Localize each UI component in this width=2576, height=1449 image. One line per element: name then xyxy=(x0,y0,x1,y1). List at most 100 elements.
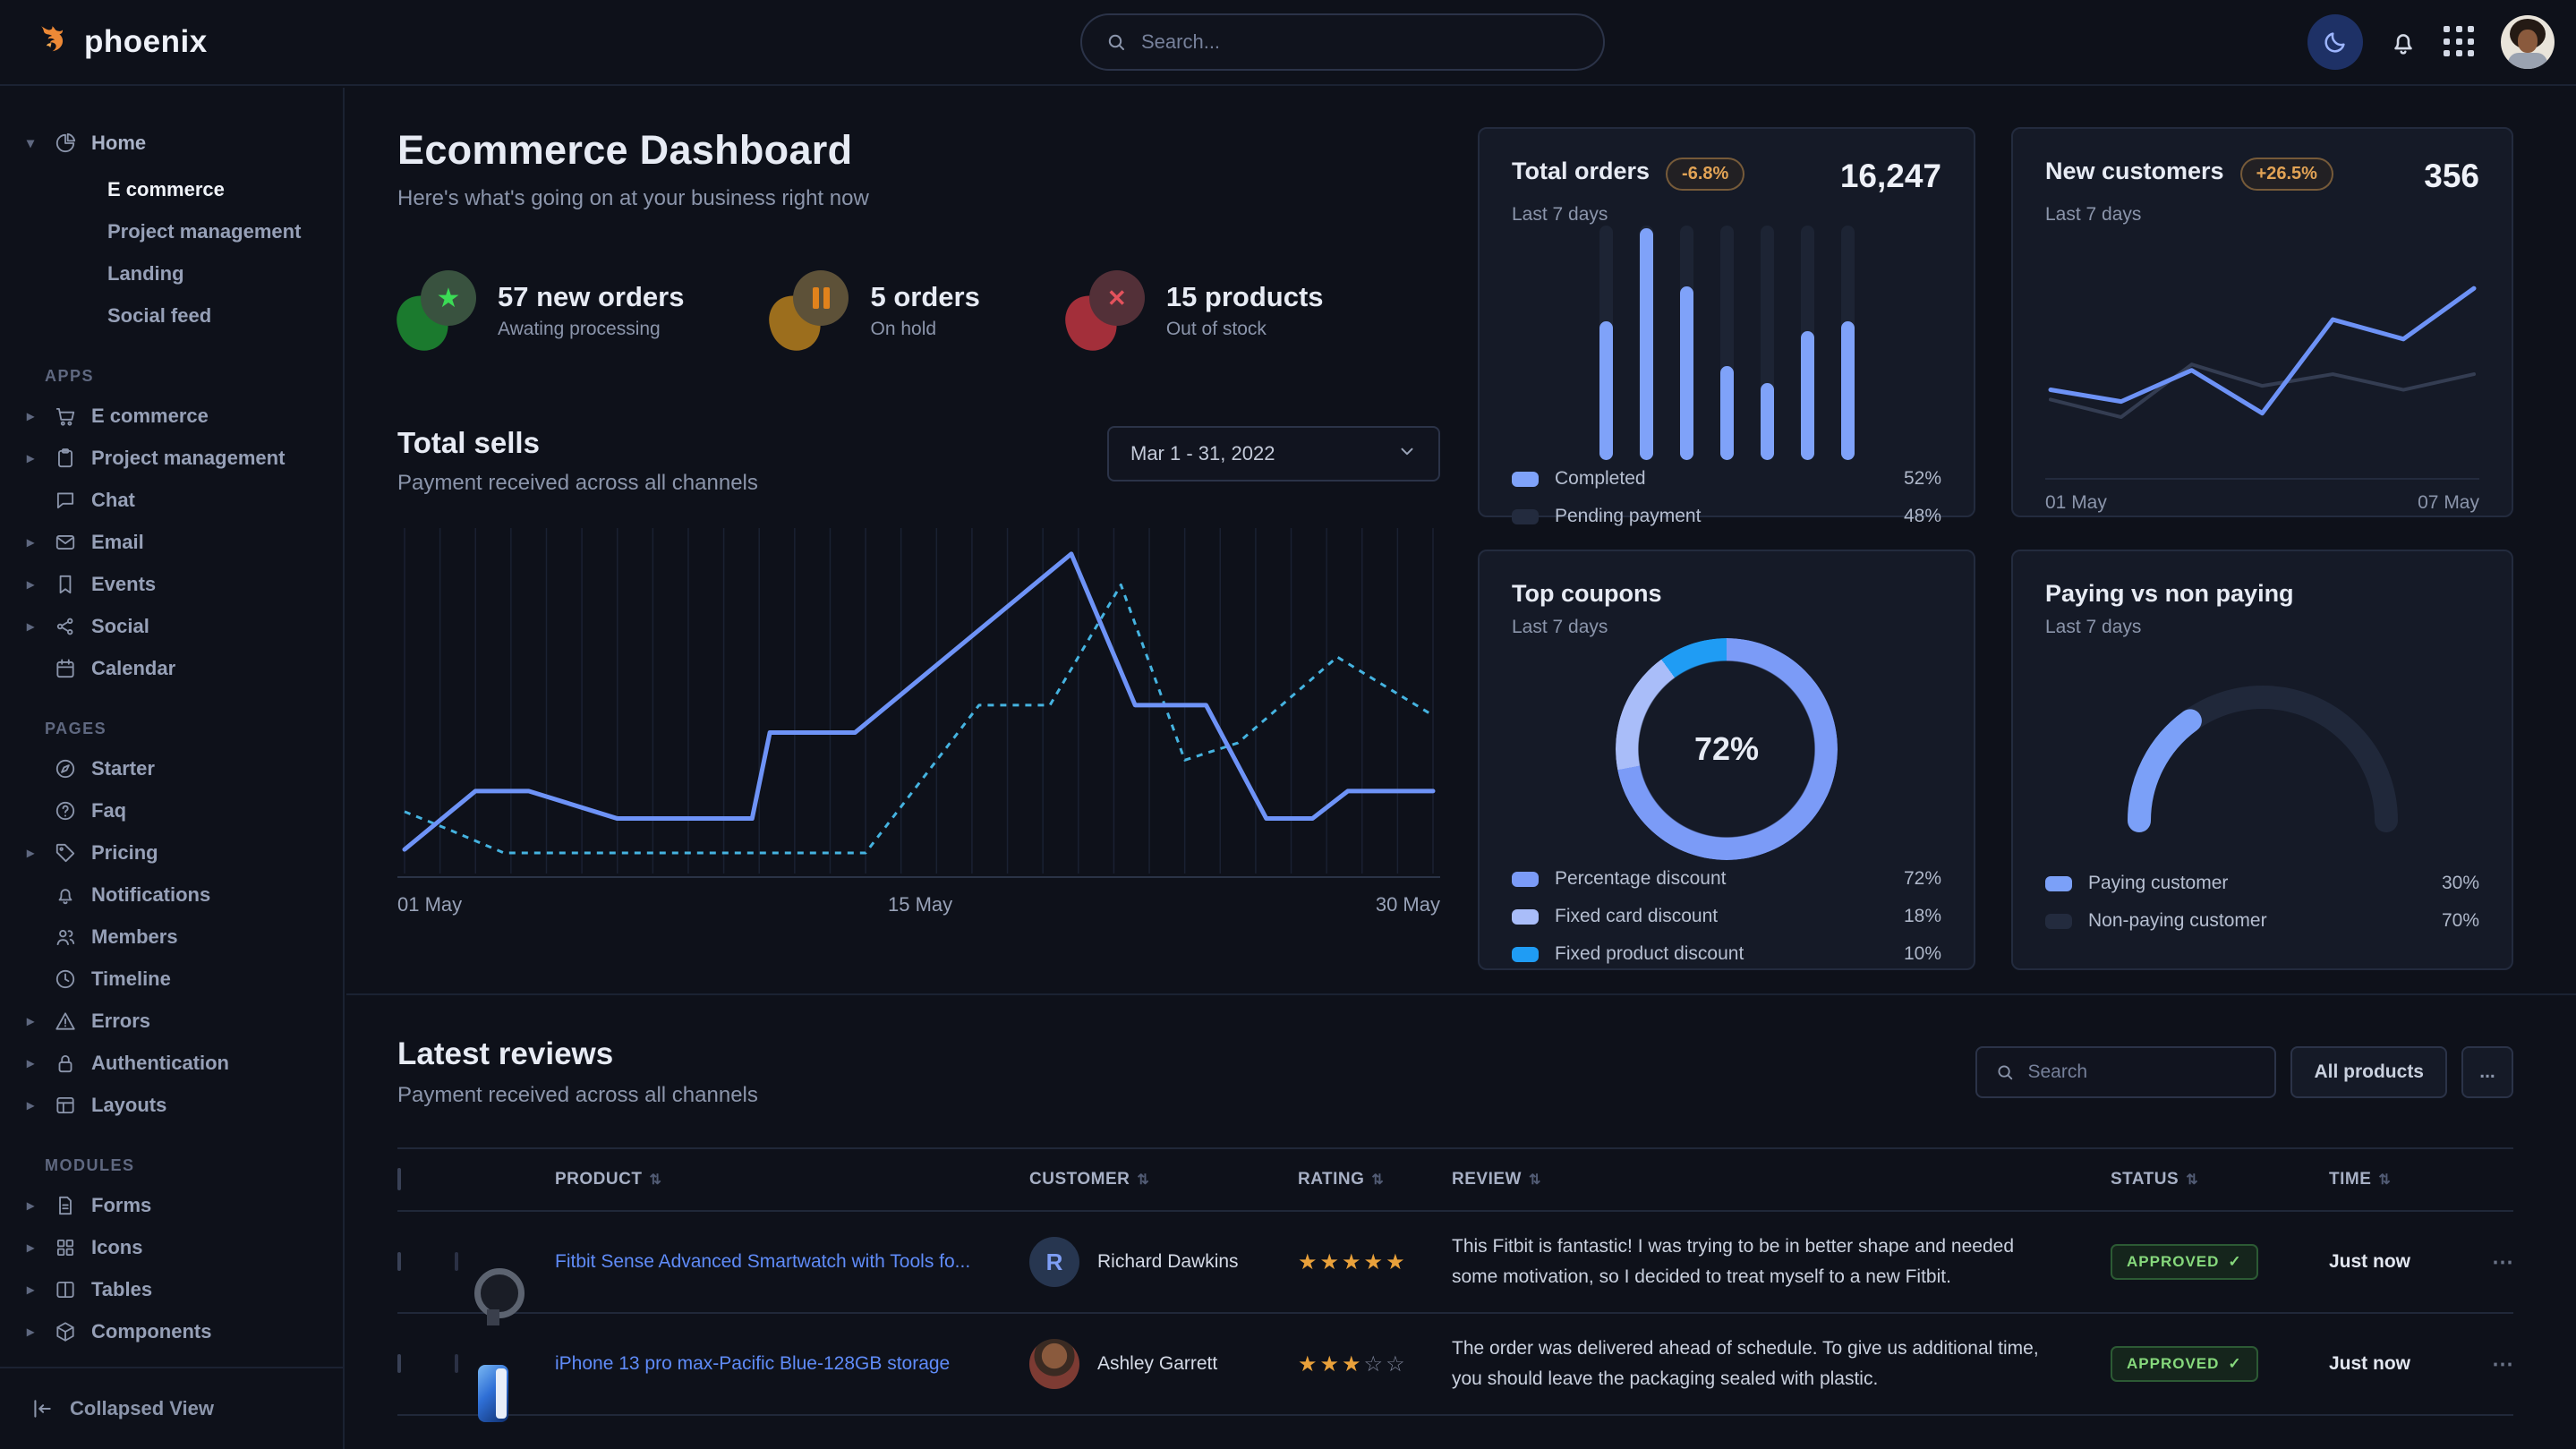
sidebar-section-pages: PAGES xyxy=(0,720,343,738)
chat-icon xyxy=(54,489,77,512)
search-icon xyxy=(1105,31,1127,53)
sidebar-item-authentication[interactable]: ▸Authentication xyxy=(0,1042,343,1084)
row-checkbox[interactable] xyxy=(397,1354,401,1373)
legend-fixed-card-discount: Fixed card discount 18% xyxy=(1512,898,1941,935)
check-icon: ✓ xyxy=(2228,1253,2241,1271)
brand-logo[interactable]: phoenix xyxy=(34,21,208,64)
sidebar-item-calendar[interactable]: ▸Calendar xyxy=(0,647,343,689)
table-row: Fitbit Sense Advanced Smartwatch with To… xyxy=(397,1212,2513,1314)
caret-right-icon: ▸ xyxy=(27,844,39,862)
sidebar-item-e-commerce[interactable]: E commerce xyxy=(0,168,343,210)
order-bar xyxy=(1720,226,1734,460)
review-text: This Fitbit is fantastic! I was trying t… xyxy=(1452,1232,2111,1291)
sidebar-item-faq[interactable]: ▸Faq xyxy=(0,789,343,831)
row-more-button[interactable]: ⋯ xyxy=(2463,1351,2513,1377)
total-sells-chart: 01 May 15 May 30 May xyxy=(397,523,1440,929)
sidebar-item-errors[interactable]: ▸Errors xyxy=(0,1000,343,1042)
col-customer[interactable]: CUSTOMER⇅ xyxy=(1029,1170,1298,1189)
sidebar-item-events[interactable]: ▸Events xyxy=(0,563,343,605)
sidebar-item-layouts[interactable]: ▸Layouts xyxy=(0,1084,343,1126)
product-link[interactable]: iPhone 13 pro max-Pacific Blue-128GB sto… xyxy=(555,1353,950,1374)
col-product[interactable]: PRODUCT⇅ xyxy=(555,1170,1029,1189)
row-more-button[interactable]: ⋯ xyxy=(2463,1249,2513,1275)
sidebar-item-home[interactable]: ▾ Home xyxy=(0,122,343,165)
sidebar-item-timeline[interactable]: ▸Timeline xyxy=(0,958,343,1000)
layout-icon xyxy=(54,1094,77,1117)
all-products-button[interactable]: All products xyxy=(2290,1046,2447,1098)
stat-out-of-stock: ✕ 15 productsOut of stock xyxy=(1066,270,1324,351)
col-rating[interactable]: RATING⇅ xyxy=(1298,1170,1452,1189)
col-status[interactable]: STATUS⇅ xyxy=(2111,1170,2329,1189)
sidebar-item-project-management[interactable]: ▸Project management xyxy=(0,437,343,479)
date-range-select[interactable]: Mar 1 - 31, 2022 xyxy=(1107,426,1440,482)
global-search[interactable] xyxy=(1080,13,1605,71)
x-tick-01may: 01 May xyxy=(397,893,462,916)
review-time: Just now xyxy=(2329,1353,2463,1375)
total-orders-value: 16,247 xyxy=(1840,158,1941,195)
select-all-checkbox[interactable] xyxy=(397,1168,401,1190)
sort-icon: ⇅ xyxy=(2378,1171,2391,1189)
caret-right-icon: ▸ xyxy=(27,1323,39,1341)
caret-right-icon: ▸ xyxy=(27,533,39,551)
bell-icon xyxy=(54,883,77,907)
nine-dots-icon xyxy=(2444,26,2476,58)
paying-card: Paying vs non paying Last 7 days Paying … xyxy=(2011,550,2513,970)
bell-icon xyxy=(2388,27,2418,57)
new-customers-value: 356 xyxy=(2424,158,2479,195)
theme-toggle-button[interactable] xyxy=(2307,14,2363,70)
page-title: Ecommerce Dashboard xyxy=(397,127,1440,174)
collapsed-view-toggle[interactable]: Collapsed View xyxy=(0,1367,343,1449)
sidebar-item-notifications[interactable]: ▸Notifications xyxy=(0,874,343,916)
sidebar-item-icons[interactable]: ▸Icons xyxy=(0,1226,343,1268)
reviews-search[interactable] xyxy=(1975,1046,2276,1098)
reviews-more-button[interactable]: ... xyxy=(2461,1046,2513,1098)
legend-completed: Completed 52% xyxy=(1512,460,1941,498)
search-icon xyxy=(1995,1062,2015,1082)
user-avatar[interactable] xyxy=(2501,15,2555,69)
compass-icon xyxy=(54,757,77,780)
reviews-table: PRODUCT⇅ CUSTOMER⇅ RATING⇅ REVIEW⇅ STATU… xyxy=(397,1147,2513,1449)
chevron-down-icon xyxy=(1397,441,1417,466)
lock-icon xyxy=(54,1052,77,1075)
collapse-icon xyxy=(30,1397,54,1420)
brand-name: phoenix xyxy=(84,24,208,60)
quick-stats: ★ 57 new ordersAwating processing 5 orde… xyxy=(397,270,1440,351)
new-customers-card: New customers +26.5% 356 Last 7 days 01 … xyxy=(2011,127,2513,517)
status-badge: APPROVED ✓ xyxy=(2111,1346,2258,1382)
new-customers-badge: +26.5% xyxy=(2240,158,2333,191)
sidebar-item-pricing[interactable]: ▸Pricing xyxy=(0,831,343,874)
sidebar-item-landing[interactable]: Landing xyxy=(0,252,343,294)
apps-menu-button[interactable] xyxy=(2444,26,2476,58)
product-thumbnail[interactable] xyxy=(455,1252,458,1271)
sidebar-item-social[interactable]: ▸Social xyxy=(0,605,343,647)
sidebar-item-forms[interactable]: ▸Forms xyxy=(0,1184,343,1226)
reviews-search-input[interactable] xyxy=(2027,1061,2256,1083)
stat-on-hold: 5 ordersOn hold xyxy=(770,270,979,351)
row-checkbox[interactable] xyxy=(397,1252,401,1271)
product-thumbnail[interactable] xyxy=(455,1354,458,1373)
sidebar-item-e-commerce[interactable]: ▸E commerce xyxy=(0,395,343,437)
product-link[interactable]: Fitbit Sense Advanced Smartwatch with To… xyxy=(555,1251,970,1272)
notifications-button[interactable] xyxy=(2388,27,2418,57)
order-bar xyxy=(1801,226,1814,460)
bookmark-icon xyxy=(54,573,77,596)
total-orders-card: Total orders -6.8% 16,247 Last 7 days Co… xyxy=(1478,127,1975,517)
sidebar-item-members[interactable]: ▸Members xyxy=(0,916,343,958)
sidebar-item-components[interactable]: ▸Components xyxy=(0,1310,343,1352)
sidebar-item-tables[interactable]: ▸Tables xyxy=(0,1268,343,1310)
sidebar-item-project-management[interactable]: Project management xyxy=(0,210,343,252)
sidebar-item-social-feed[interactable]: Social feed xyxy=(0,294,343,337)
caret-right-icon: ▸ xyxy=(27,1096,39,1114)
sidebar-item-chat[interactable]: ▸Chat xyxy=(0,479,343,521)
share-icon xyxy=(54,615,77,638)
paying-gauge-chart xyxy=(2115,669,2410,834)
global-search-input[interactable] xyxy=(1141,30,1580,54)
customer-avatar: R xyxy=(1029,1237,1079,1287)
col-review[interactable]: REVIEW⇅ xyxy=(1452,1170,2111,1189)
moon-icon xyxy=(2322,29,2349,55)
donut-center-label: 72% xyxy=(1616,638,1838,860)
col-time[interactable]: TIME⇅ xyxy=(2329,1170,2463,1189)
order-bar xyxy=(1841,226,1855,460)
sidebar-item-starter[interactable]: ▸Starter xyxy=(0,747,343,789)
sidebar-item-email[interactable]: ▸Email xyxy=(0,521,343,563)
